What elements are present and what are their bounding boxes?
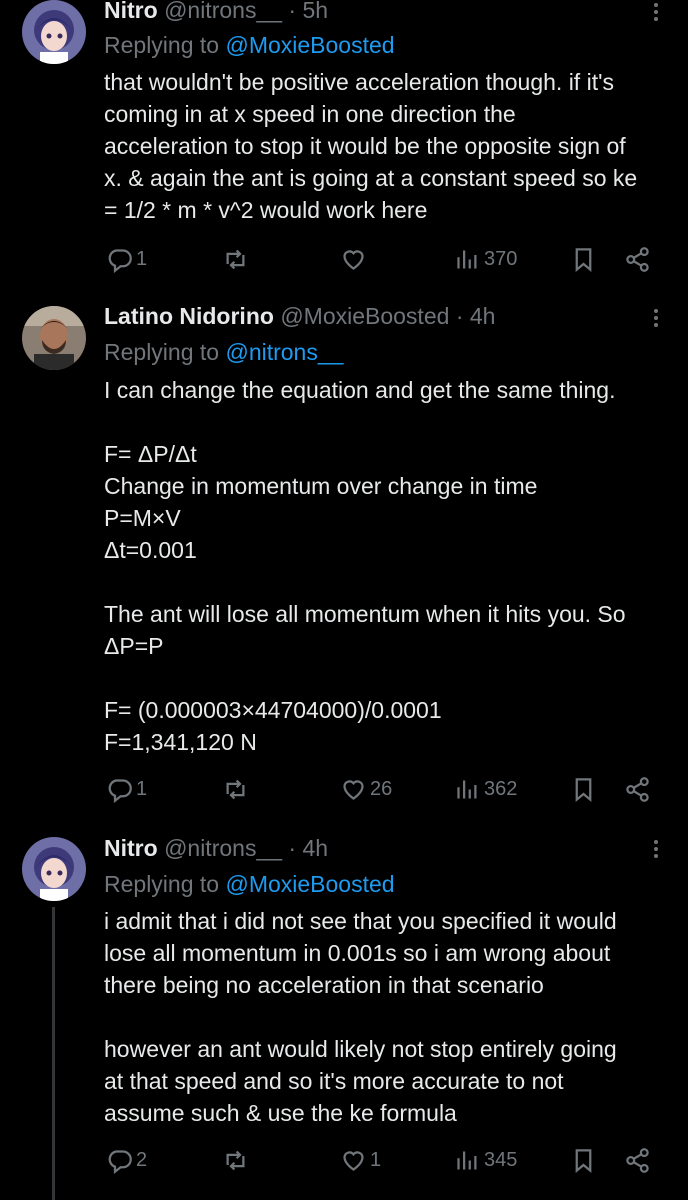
timestamp[interactable]: 5h: [302, 0, 328, 23]
display-name[interactable]: Latino Nidorino: [104, 303, 274, 329]
tweet[interactable]: Nitro @nitrons__ · 5h Replying to @Moxie…: [0, 0, 688, 290]
replying-prefix: Replying to: [104, 871, 226, 897]
share-icon: [626, 1147, 649, 1173]
avatar[interactable]: [22, 0, 86, 64]
share-button[interactable]: [624, 774, 651, 804]
reply-button[interactable]: 1: [106, 244, 147, 274]
user-handle[interactable]: @nitrons__: [164, 835, 282, 861]
mention-link[interactable]: @nitrons__: [225, 339, 343, 365]
separator-dot: ·: [288, 835, 297, 861]
replying-to: Replying to @MoxieBoosted: [104, 31, 395, 59]
like-button[interactable]: 26: [340, 774, 392, 804]
user-handle[interactable]: @MoxieBoosted: [280, 303, 449, 329]
more-icon[interactable]: [646, 306, 666, 330]
bookmark-button[interactable]: [570, 1145, 597, 1175]
share-button[interactable]: [624, 1145, 651, 1175]
tweet[interactable]: Nitro @nitrons__ · 4h Replying to @Moxie…: [0, 834, 688, 1200]
retweet-button[interactable]: [222, 774, 252, 804]
tweet-text: that wouldn't be positive acceleration t…: [104, 69, 638, 223]
heart-icon: [343, 249, 364, 270]
views-icon: [457, 250, 477, 268]
views-button[interactable]: 345: [454, 1145, 517, 1175]
views-button[interactable]: 370: [454, 244, 517, 274]
replying-prefix: Replying to: [104, 32, 226, 58]
separator-dot: ·: [288, 0, 297, 23]
action-bar: 1 26 362: [104, 774, 664, 804]
like-button[interactable]: [340, 244, 370, 274]
tweet[interactable]: Latino Nidorino @MoxieBoosted · 4h Reply…: [0, 303, 688, 826]
heart-icon: [343, 1150, 364, 1171]
mention-link[interactable]: @MoxieBoosted: [225, 871, 394, 897]
separator-dot: ·: [455, 303, 464, 329]
more-icon[interactable]: [646, 0, 666, 24]
bookmark-button[interactable]: [570, 244, 597, 274]
share-button[interactable]: [624, 244, 651, 274]
like-count: 1: [370, 1148, 382, 1171]
reply-count: 1: [136, 247, 148, 270]
retweet-button[interactable]: [222, 244, 252, 274]
heart-icon: [343, 779, 364, 800]
user-handle[interactable]: @nitrons__: [164, 0, 282, 23]
retweet-icon: [226, 249, 245, 269]
timestamp[interactable]: 4h: [302, 835, 328, 861]
reply-feed: Nitro @nitrons__ · 5h Replying to @Moxie…: [0, 0, 688, 1200]
bookmark-button[interactable]: [570, 774, 597, 804]
reply-icon: [108, 248, 132, 273]
share-icon: [626, 246, 649, 272]
view-count: 345: [484, 1148, 518, 1171]
tweet-header: Latino Nidorino @MoxieBoosted · 4h: [104, 302, 495, 330]
view-count: 370: [484, 247, 518, 270]
reply-button[interactable]: 2: [106, 1145, 147, 1175]
reply-icon: [108, 1149, 132, 1174]
avatar[interactable]: [22, 837, 86, 901]
replying-to: Replying to @nitrons__: [104, 338, 343, 366]
views-icon: [457, 1151, 477, 1169]
avatar[interactable]: [22, 306, 86, 370]
reply-button[interactable]: 1: [106, 774, 147, 804]
more-icon[interactable]: [646, 837, 666, 861]
views-icon: [457, 780, 477, 798]
thread-line: [52, 907, 55, 1200]
reply-icon: [108, 778, 132, 803]
tweet-header: Nitro @nitrons__ · 5h: [104, 0, 328, 24]
share-icon: [626, 776, 649, 802]
bookmark-icon: [575, 777, 592, 802]
like-count: 26: [370, 777, 393, 800]
retweet-button[interactable]: [222, 1145, 252, 1175]
views-button[interactable]: 362: [454, 774, 517, 804]
tweet-header: Nitro @nitrons__ · 4h: [104, 834, 328, 862]
tweet-text: i admit that i did not see that you spec…: [104, 908, 617, 1126]
view-count: 362: [484, 777, 518, 800]
reply-count: 1: [136, 777, 148, 800]
display-name[interactable]: Nitro: [104, 835, 158, 861]
bookmark-icon: [575, 1148, 592, 1173]
tweet-text: I can change the equation and get the sa…: [104, 377, 626, 755]
display-name[interactable]: Nitro: [104, 0, 158, 23]
action-bar: 2 1 345: [104, 1145, 664, 1175]
action-bar: 1 370: [104, 244, 664, 274]
replying-to: Replying to @MoxieBoosted: [104, 870, 395, 898]
timestamp[interactable]: 4h: [470, 303, 496, 329]
retweet-icon: [226, 1150, 245, 1170]
reply-count: 2: [136, 1148, 148, 1171]
replying-prefix: Replying to: [104, 339, 226, 365]
like-button[interactable]: 1: [340, 1145, 381, 1175]
bookmark-icon: [575, 247, 592, 272]
retweet-icon: [226, 779, 245, 799]
mention-link[interactable]: @MoxieBoosted: [225, 32, 394, 58]
